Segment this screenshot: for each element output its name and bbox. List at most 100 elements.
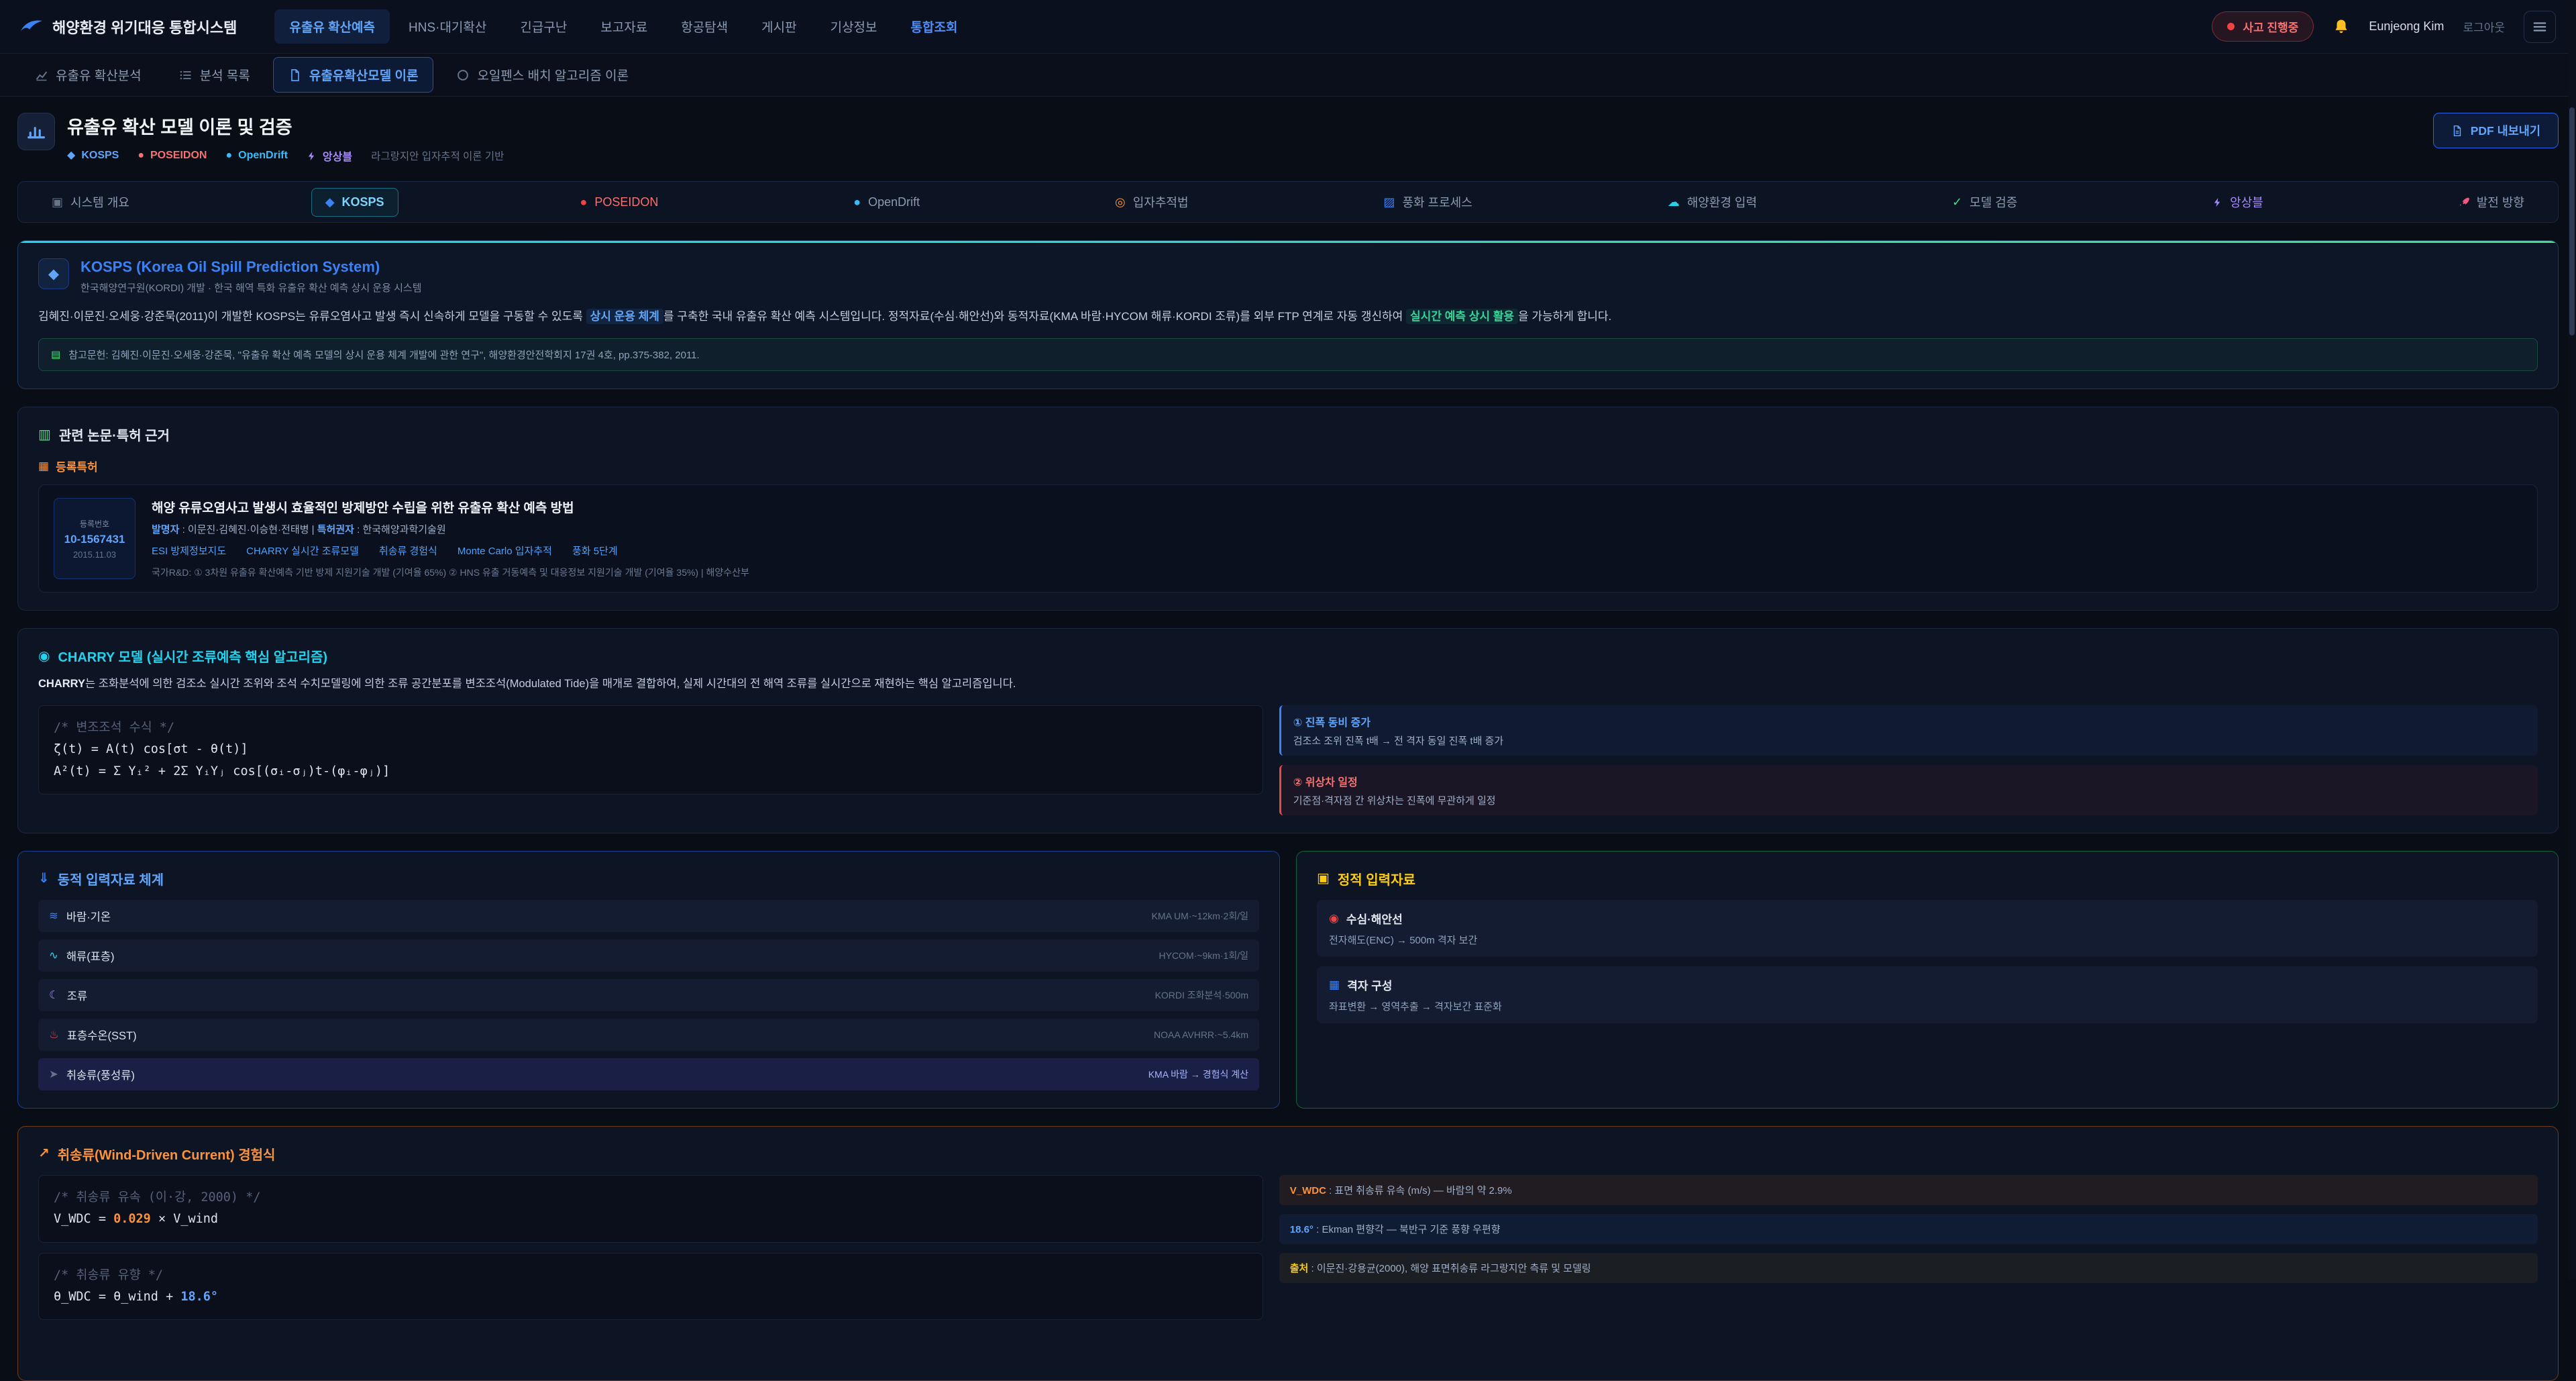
- charry-description: CHARRY는 조화분석에 의한 검조소 실시간 조위와 조석 수치모델링에 의…: [38, 676, 2538, 693]
- nav-item-reports[interactable]: 보고자료: [586, 9, 662, 44]
- tab-spill-analysis[interactable]: 유출유 확산분석: [20, 58, 156, 92]
- kosps-subtitle: 한국해양연구원(KORDI) 개발 · 한국 해역 특화 유출유 확산 예측 상…: [80, 280, 422, 295]
- wdc-note-angle: 18.6° : Ekman 편향각 — 북반구 기준 풍향 우편향: [1279, 1214, 2538, 1244]
- pill-label: 모델 검증: [1970, 193, 2017, 211]
- row-value: NOAA AVHRR·~5.4km: [1154, 1029, 1248, 1040]
- static-item-bathymetry: ◉수심·해안선 전자해도(ENC) → 500m 격자 보간: [1317, 900, 2538, 957]
- dynamic-input-title: 동적 입력자료 체계: [58, 869, 164, 888]
- top-bar: 해양환경 위기대응 통합시스템 유출유 확산예측 HNS·대기확산 긴급구난 보…: [0, 0, 2576, 54]
- badge-kosps: ◆ KOSPS: [67, 150, 119, 162]
- note-term: V_WDC: [1290, 1185, 1326, 1196]
- wdc-speed-formula: V_WDC = 0.029 × V_wind: [54, 1209, 1248, 1230]
- tab-spill-model-theory[interactable]: 유출유확산모델 이론: [273, 57, 434, 93]
- note-desc: 기준점·격자점 간 위상차는 진폭에 무관하게 일정: [1293, 793, 2526, 807]
- main-nav: 유출유 확산예측 HNS·대기확산 긴급구난 보고자료 항공탐색 게시판 기상정…: [274, 9, 972, 44]
- section-nav-system-overview[interactable]: ▣ 시스템 개요: [38, 187, 143, 217]
- patent-tag-weathering[interactable]: 풍화 5단계: [572, 544, 618, 558]
- charry-note-amplitude: ① 진폭 동비 증가 검조소 조위 진폭 t배 → 전 격자 동일 진폭 t배 …: [1279, 705, 2538, 756]
- pill-label: OpenDrift: [868, 195, 920, 209]
- wave-icon: ∿: [49, 950, 58, 962]
- section-nav-opendrift[interactable]: ● OpenDrift: [840, 189, 933, 216]
- circle-icon: ●: [225, 150, 232, 161]
- note-desc: : 표면 취송류 유속 (m/s) — 바람의 약 2.9%: [1326, 1185, 1512, 1196]
- section-nav-kosps[interactable]: ◆ KOSPS: [311, 188, 398, 217]
- charry-name: CHARRY: [38, 678, 85, 690]
- nav-item-integrated-search[interactable]: 통합조회: [896, 9, 973, 44]
- patent-registration-box: 등록번호 10-1567431 2015.11.03: [54, 498, 136, 579]
- patent-tag-charry[interactable]: CHARRY 실시간 조류모델: [246, 544, 359, 558]
- wind-icon: ≋: [49, 911, 58, 922]
- wind-driven-current-card: ↗ 취송류(Wind-Driven Current) 경험식 /* 취송류 유속…: [17, 1126, 2559, 1381]
- patent-title: 해양 유류오염사고 발생시 효율적인 방제방안 수립을 위한 유출유 확산 예측…: [152, 498, 2522, 516]
- pill-label: 시스템 개요: [70, 193, 129, 211]
- page-subtitle: 라그랑지안 입자추적 이론 기반: [371, 148, 504, 163]
- scrollbar-track[interactable]: [2568, 0, 2576, 1280]
- tab-analysis-list[interactable]: 분석 목록: [164, 58, 265, 92]
- patent-heading-row: ▦ 등록특허: [38, 458, 2538, 474]
- pill-label: 발전 방향: [2477, 193, 2524, 211]
- user-name[interactable]: Eunjeong Kim: [2369, 19, 2444, 34]
- scrollbar-thumb[interactable]: [2569, 107, 2575, 336]
- pdf-export-button[interactable]: PDF 내보내기: [2433, 113, 2559, 148]
- bolt-icon: [2212, 197, 2222, 207]
- section-nav-weathering-process[interactable]: ▨ 풍화 프로세스: [1370, 187, 1485, 217]
- nav-item-board[interactable]: 게시판: [747, 9, 811, 44]
- patent-tag-esi[interactable]: ESI 방제정보지도: [152, 544, 226, 558]
- input-data-columns: ⇓ 동적 입력자료 체계 ≋바람·기온 KMA UM·~12km·2회/일 ∿해…: [17, 851, 2559, 1109]
- note-desc: : 이문진·강용균(2000), 해양 표면취송류 라그랑지안 측류 및 모델링: [1308, 1263, 1591, 1274]
- tab-oil-fence-theory[interactable]: 오일펜스 배치 알고리즘 이론: [441, 58, 643, 92]
- app-brand[interactable]: 해양환경 위기대응 통합시스템: [20, 16, 237, 38]
- section-nav-particle-tracking[interactable]: ◎ 입자추적법: [1102, 187, 1202, 217]
- section-nav-poseidon[interactable]: ● POSEIDON: [566, 189, 672, 216]
- badge-poseidon: ● POSEIDON: [138, 150, 207, 162]
- section-nav-marine-env-input[interactable]: ☁ 해양환경 입력: [1654, 187, 1770, 217]
- wdc-title-row: ↗ 취송류(Wind-Driven Current) 경험식: [38, 1144, 2538, 1164]
- wdc-note-speed: V_WDC : 표면 취송류 유속 (m/s) — 바람의 약 2.9%: [1279, 1175, 2538, 1205]
- section-nav: ▣ 시스템 개요 ◆ KOSPS ● POSEIDON ● OpenDrift …: [17, 181, 2559, 223]
- row-value: KMA UM·~12km·2회/일: [1152, 909, 1248, 923]
- note-desc: : Ekman 편향각 — 북반구 기준 풍향 우편향: [1313, 1224, 1501, 1235]
- charry-notes: ① 진폭 동비 증가 검조소 조위 진폭 t배 → 전 격자 동일 진폭 t배 …: [1279, 705, 2538, 815]
- incident-status-badge[interactable]: 사고 진행중: [2212, 11, 2314, 42]
- diamond-icon: ◆: [67, 150, 75, 161]
- patent-tag-wdc[interactable]: 취송류 경험식: [379, 544, 437, 558]
- document-icon: [288, 68, 302, 82]
- hamburger-menu-button[interactable]: [2524, 11, 2556, 43]
- charry-title: CHARRY 모델 (실시간 조류예측 핵심 알고리즘): [58, 646, 327, 666]
- cyclone-icon: ◉: [38, 650, 50, 663]
- bell-icon[interactable]: [2332, 18, 2350, 36]
- nav-item-aerial-search[interactable]: 항공탐색: [666, 9, 743, 44]
- logout-button[interactable]: 로그아웃: [2463, 18, 2505, 35]
- row-label: 바람·기온: [66, 908, 111, 924]
- page-header: 유출유 확산 모델 이론 및 검증 ◆ KOSPS ● POSEIDON ● O…: [17, 113, 2559, 164]
- wdc-direction-formula-block: /* 취송류 유향 */ θ_WDC = θ_wind + 18.6°: [38, 1253, 1263, 1321]
- book-icon: ▤: [51, 350, 60, 360]
- section-nav-ensemble[interactable]: 앙상블: [2199, 187, 2277, 217]
- chart-line-icon: [35, 68, 48, 82]
- section-nav-future-direction[interactable]: 발전 방향: [2445, 187, 2538, 217]
- dynamic-row-tide: ☾조류 KORDI 조화분석·500m: [38, 979, 1259, 1011]
- reference-text: 참고문헌: 김혜진·이문진·오세웅·강준묵, "유출유 확산 예측 모델의 상시…: [68, 348, 700, 362]
- row-value: HYCOM·~9km·1회/일: [1159, 949, 1249, 962]
- assignee-name: : 한국해양과학기술원: [354, 524, 446, 535]
- pill-label: KOSPS: [342, 195, 384, 209]
- registration-label: 등록번호: [80, 518, 109, 529]
- registration-number: 10-1567431: [64, 533, 125, 546]
- nav-item-weather[interactable]: 기상정보: [816, 9, 892, 44]
- patent-tag-montecarlo[interactable]: Monte Carlo 입자추적: [458, 544, 552, 558]
- static-input-card: ▣ 정적 입력자료 ◉수심·해안선 전자해도(ENC) → 500m 격자 보간…: [1296, 851, 2559, 1109]
- hamburger-icon: [2532, 19, 2547, 34]
- rocket-icon: [2459, 197, 2469, 207]
- wdc-speed-formula-block: /* 취송류 유속 (이·강, 2000) */ V_WDC = 0.029 ×…: [38, 1175, 1263, 1243]
- static-label: 수심·해안선: [1346, 910, 1403, 927]
- papers-card-title-row: ▥ 관련 논문·특허 근거: [38, 425, 2538, 444]
- page-title-block: 유출유 확산 모델 이론 및 검증 ◆ KOSPS ● POSEIDON ● O…: [67, 113, 504, 164]
- section-nav-model-validation[interactable]: ✓ 모델 검증: [1939, 187, 2031, 217]
- nav-item-hns-dispersion[interactable]: HNS·대기확산: [394, 9, 501, 44]
- nav-item-oil-spill-prediction[interactable]: 유출유 확산예측: [274, 9, 390, 44]
- diamond-icon: ◆: [38, 258, 69, 289]
- grid-icon: ▦: [1329, 979, 1340, 990]
- row-value: KMA 바람 → 경험식 계산: [1148, 1068, 1248, 1081]
- assignee-label: 특허권자: [317, 524, 354, 535]
- nav-item-emergency-rescue[interactable]: 긴급구난: [505, 9, 582, 44]
